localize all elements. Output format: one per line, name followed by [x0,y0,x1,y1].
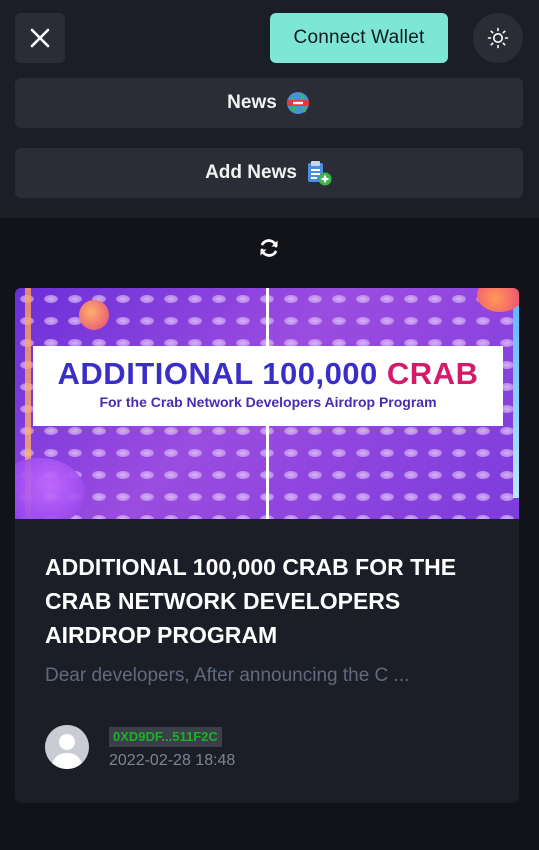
banner-title-prefix: ADDITIONAL 100,000 [57,356,387,391]
banner-title: ADDITIONAL 100,000 CRAB [33,356,503,392]
banner-subtitle: For the Crab Network Developers Airdrop … [99,394,437,410]
clipboard-add-icon [307,161,332,186]
avatar[interactable] [45,725,89,769]
refresh-icon [260,239,278,257]
sun-icon [487,27,509,49]
connect-wallet-button[interactable]: Connect Wallet [270,13,448,63]
article-title[interactable]: ADDITIONAL 100,000 CRAB FOR THE CRAB NET… [45,550,495,652]
banner-edge-right [513,298,519,498]
user-icon [45,725,89,769]
close-button[interactable] [15,13,65,63]
news-globe-icon [286,92,309,114]
add-news-label: Add News [205,162,297,183]
article-excerpt: Dear developers, After announcing the C … [45,665,410,686]
author-address[interactable]: 0XD9DF...511F2C [109,727,222,747]
refresh-button[interactable] [257,236,281,260]
close-icon [30,28,50,48]
news-button[interactable]: News [15,78,523,128]
banner-title-token: CRAB [386,356,479,391]
article-banner-image: ADDITIONAL 100,000 CRAB For the Crab Net… [15,288,519,519]
news-card[interactable]: ADDITIONAL 100,000 CRAB For the Crab Net… [15,288,519,803]
news-label: News [227,92,277,113]
post-date: 2022-02-28 18:48 [109,752,236,769]
theme-toggle-button[interactable] [473,13,523,63]
banner-orb [79,300,109,330]
add-news-button[interactable]: Add News [15,148,523,198]
